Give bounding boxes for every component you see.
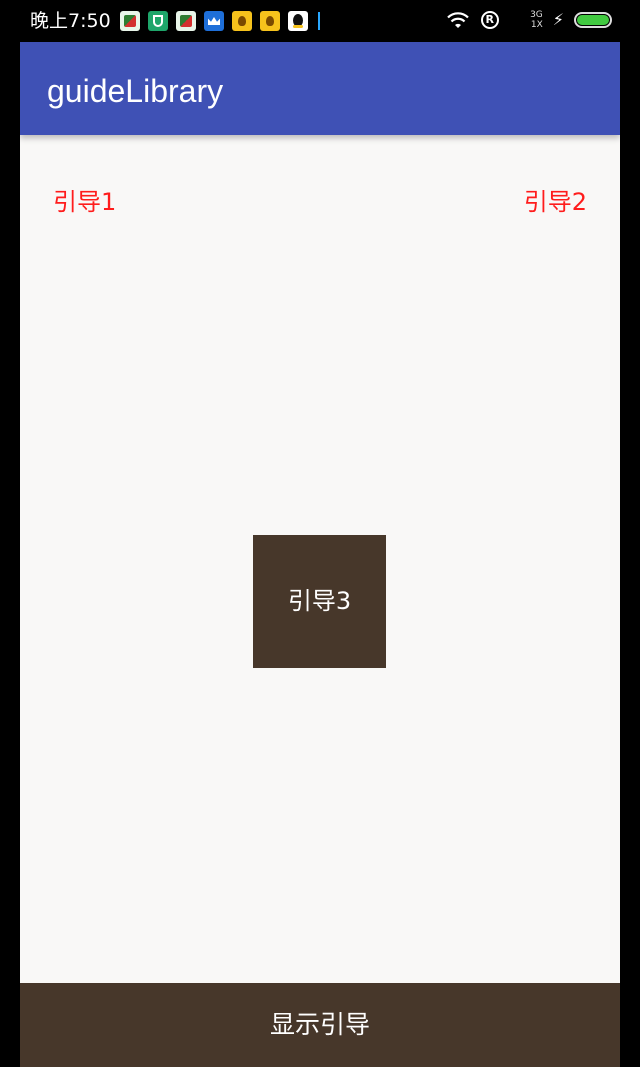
money-bag-icon: [260, 11, 280, 31]
main-content: 引导1 引导2 引导3: [20, 135, 620, 983]
show-guide-button[interactable]: 显示引导: [20, 983, 620, 1067]
status-time: 晚上7:50: [30, 10, 111, 32]
network-type-top: 3G: [530, 10, 543, 20]
guide-3-box[interactable]: 引导3: [253, 535, 386, 668]
crown-app-icon: [204, 11, 224, 31]
wifi-icon: [445, 10, 471, 30]
charging-icon: ⚡: [552, 10, 564, 29]
guide-2-label[interactable]: 引导2: [524, 187, 587, 217]
notification-icons: [120, 11, 320, 31]
network-type-bottom: 1X: [530, 20, 543, 30]
traffic-app-icon: [120, 11, 140, 31]
qq-penguin-icon: [288, 11, 308, 31]
signal-indicator: 3G 1X: [509, 10, 543, 30]
status-bar: 晚上7:50 R 3G 1X ⚡: [0, 0, 640, 42]
battery-level: [577, 15, 609, 25]
battery-icon: [574, 12, 612, 28]
shield-app-icon: [148, 11, 168, 31]
notification-divider: [318, 12, 320, 30]
traffic-app-icon: [176, 11, 196, 31]
registered-icon: R: [480, 11, 499, 29]
app-title: guideLibrary: [47, 73, 224, 109]
system-icons: R 3G 1X ⚡: [445, 10, 612, 30]
money-bag-icon: [232, 11, 252, 31]
guide-1-label[interactable]: 引导1: [53, 187, 116, 217]
app-bar: guideLibrary: [20, 42, 620, 135]
